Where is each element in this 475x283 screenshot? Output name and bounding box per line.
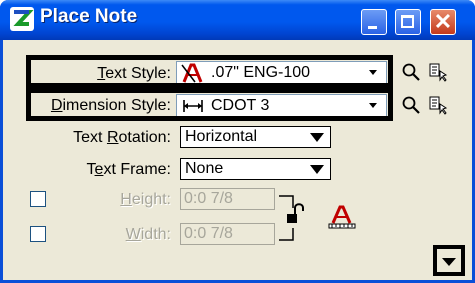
width-checkbox[interactable] (30, 226, 46, 242)
expand-button[interactable] (433, 245, 465, 276)
height-label: Height: (120, 191, 171, 208)
chevron-down-icon[interactable] (310, 165, 324, 174)
text-frame-dropdown[interactable]: None (180, 158, 331, 180)
window-title: Place Note (40, 6, 138, 27)
text-rotation-label: Text Rotation: (73, 129, 171, 146)
minimize-button[interactable] (361, 9, 387, 35)
close-icon: ✕ (433, 9, 453, 34)
height-checkbox[interactable] (30, 191, 46, 207)
text-frame-label: Text Frame: (86, 161, 171, 178)
maximize-icon (401, 15, 414, 28)
match-text-size-icon[interactable] (327, 205, 357, 229)
microstation-app-icon (10, 7, 34, 31)
text-frame-value: None (185, 160, 224, 177)
minimize-icon (368, 26, 377, 29)
text-rotation-value: Horizontal (185, 128, 258, 145)
chevron-down-icon[interactable] (310, 133, 324, 142)
text-rotation-dropdown[interactable]: Horizontal (180, 126, 331, 148)
lock-icon[interactable] (277, 194, 313, 242)
height-field[interactable]: 0:0 7/8 (180, 188, 275, 210)
width-field[interactable]: 0:0 7/8 (180, 223, 275, 245)
close-button[interactable]: ✕ (430, 9, 456, 35)
maximize-button[interactable] (395, 9, 421, 35)
dimension-style-highlight (26, 88, 393, 121)
place-note-window: Place Note ✕ Text Style: .07" ENG-100 Di… (0, 0, 475, 283)
magnify-icon[interactable] (401, 95, 421, 115)
pick-element-icon[interactable] (428, 95, 450, 115)
pick-element-icon[interactable] (428, 62, 450, 82)
width-label: Width: (125, 226, 171, 243)
chevron-down-icon (442, 258, 456, 266)
title-bar[interactable]: Place Note ✕ (0, 0, 475, 40)
text-style-highlight (26, 55, 393, 88)
magnify-icon[interactable] (401, 62, 421, 82)
